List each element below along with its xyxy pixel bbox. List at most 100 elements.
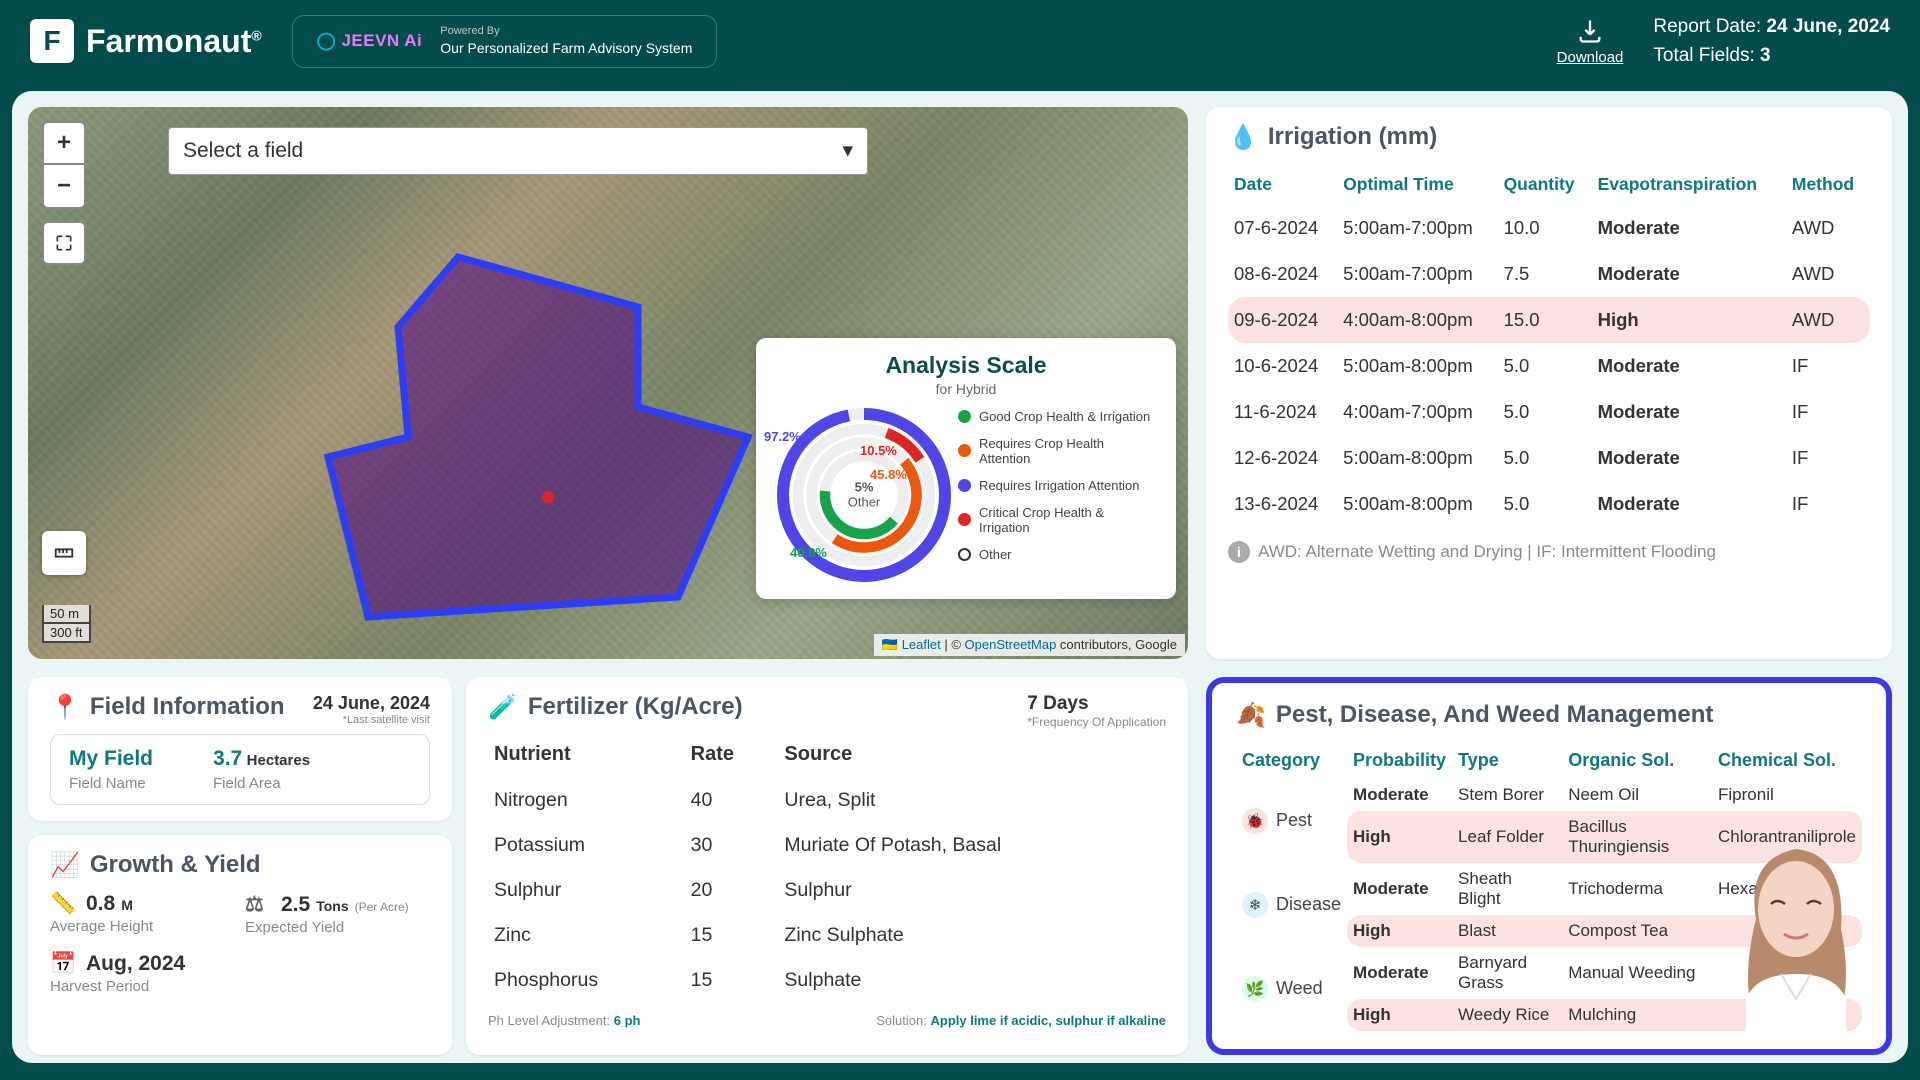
growth-title: Growth & Yield (90, 851, 261, 879)
measure-button[interactable] (42, 531, 86, 575)
category-icon: 🌿 (1242, 976, 1268, 1002)
fertilizer-days: 7 Days (1027, 693, 1166, 715)
total-fields-value: 3 (1760, 45, 1771, 66)
ruler-icon (53, 542, 75, 564)
table-row: 08-6-20245:00am-7:00pm7.5ModerateAWD (1228, 251, 1870, 297)
brand-name: Farmonaut (86, 23, 251, 59)
table-header: Rate (685, 729, 779, 778)
table-header: Organic Sol. (1562, 742, 1712, 779)
fertilizer-card: 🧪 Fertilizer (Kg/Acre) 7 Days *Frequency … (466, 677, 1188, 1055)
map-attribution: 🇺🇦 Leaflet | © OpenStreetMap contributor… (874, 634, 1185, 656)
leaflet-link[interactable]: Leaflet (902, 637, 941, 652)
legend-item: Good Crop Health & Irrigation (958, 409, 1158, 424)
table-header: Source (778, 729, 1166, 778)
legend-dot (958, 410, 971, 423)
table-row: 09-6-20244:00am-8:00pm15.0HighAWD (1228, 297, 1870, 343)
fullscreen-button[interactable] (42, 221, 86, 265)
legend-item: Critical Crop Health & Irrigation (958, 505, 1158, 535)
brand-logo-mark: F (30, 19, 74, 63)
yield-label: Expected Yield (245, 919, 430, 936)
jeevn-badge: ◯ JEEVN Ai Powered By Our Personalized F… (292, 15, 718, 68)
field-info-date: 24 June, 2024 (313, 693, 430, 714)
legend-item: Requires Crop Health Attention (958, 436, 1158, 466)
download-label: Download (1557, 49, 1624, 66)
table-header: Date (1228, 164, 1337, 205)
report-info: Report Date: 24 June, 2024 Total Fields:… (1653, 12, 1890, 71)
brand-logo: F Farmonaut® (30, 19, 262, 63)
category-icon: ❄ (1242, 892, 1268, 918)
avg-height-value: 0.8 (86, 892, 115, 916)
table-row: 10-6-20245:00am-8:00pm5.0ModerateIF (1228, 343, 1870, 389)
irrigation-title: Irrigation (mm) (1268, 123, 1437, 151)
analysis-title: Analysis Scale (774, 352, 1158, 379)
fullscreen-icon (54, 233, 74, 253)
leaf-icon: 🍂 (1236, 701, 1266, 730)
osm-link[interactable]: OpenStreetMap (965, 637, 1057, 652)
legend-dot (958, 548, 971, 561)
harvest-value: Aug, 2024 (86, 952, 185, 976)
analysis-scale-card: Analysis Scale for Hybrid 5%Other (756, 338, 1176, 599)
fertilizer-note: *Frequency Of Application (1027, 715, 1166, 729)
field-name-value: My Field (69, 747, 153, 771)
legend-dot (958, 513, 971, 526)
irrigation-table: DateOptimal TimeQuantityEvapotranspirati… (1228, 164, 1870, 527)
legend-dot (958, 479, 971, 492)
analysis-donut: 5%Other 97.2% 10.5% 45.8% 40.8% (774, 405, 954, 585)
pest-title: Pest, Disease, And Weed Management (1276, 701, 1713, 729)
table-row: 12-6-20245:00am-8:00pm5.0ModerateIF (1228, 435, 1870, 481)
assistant-avatar (1696, 799, 1896, 1059)
download-icon (1576, 17, 1604, 45)
download-button[interactable]: Download (1557, 17, 1624, 66)
table-row: 07-6-20245:00am-7:00pm10.0ModerateAWD (1228, 205, 1870, 251)
growth-icon: 📈 (50, 851, 80, 880)
field-info-icon: 📍 (50, 693, 80, 722)
fertilizer-icon: 🧪 (488, 693, 518, 722)
table-header: Chemical Sol. (1712, 742, 1862, 779)
table-row: Potassium30Muriate Of Potash, Basal (488, 823, 1166, 868)
field-name-label: Field Name (69, 775, 153, 792)
fertilizer-table: NutrientRateSource Nitrogen40Urea, Split… (488, 729, 1166, 1003)
table-header: Evapotranspiration (1592, 164, 1786, 205)
field-info-title: Field Information (90, 693, 285, 721)
field-info-note: *Last satellite visit (313, 714, 430, 726)
jeevn-logo: ◯ JEEVN Ai (317, 31, 423, 51)
analysis-subtitle: for Hybrid (774, 381, 1158, 397)
irrigation-footnote: i AWD: Alternate Wetting and Drying | IF… (1228, 541, 1870, 563)
field-area-value: 3.7 (213, 747, 242, 770)
field-select-placeholder: Select a field (183, 139, 303, 163)
table-header: Optimal Time (1337, 164, 1497, 205)
yield-icon: ⚖ (245, 892, 269, 917)
zoom-out-button[interactable]: − (42, 165, 86, 209)
zoom-in-button[interactable]: + (42, 121, 86, 165)
field-select-dropdown[interactable]: Select a field ▾ (168, 127, 868, 175)
category-icon: 🐞 (1242, 808, 1268, 834)
map-scale-bar: 50 m 300 ft (42, 605, 91, 643)
yield-value: 2.5 (281, 893, 310, 917)
chevron-down-icon: ▾ (842, 138, 853, 163)
irrigation-card: 💧Irrigation (mm) DateOptimal TimeQuantit… (1206, 107, 1892, 659)
analysis-legend: Good Crop Health & Irrigation Requires Cr… (958, 405, 1158, 585)
table-header: Type (1452, 742, 1562, 779)
harvest-label: Harvest Period (50, 978, 235, 995)
powered-by-label: Powered By (440, 24, 692, 39)
legend-item: Requires Irrigation Attention (958, 478, 1158, 493)
table-header: Category (1236, 742, 1347, 779)
fertilizer-title: Fertilizer (Kg/Acre) (528, 693, 743, 721)
table-row: Zinc15Zinc Sulphate (488, 913, 1166, 958)
solution-label: Solution: (876, 1013, 927, 1028)
solution-value: Apply lime if acidic, sulphur if alkalin… (930, 1013, 1166, 1028)
map-view[interactable]: + − Select a field ▾ 50 m 300 ft 🇺🇦 Leaf… (28, 107, 1188, 659)
table-row: Phosphorus15Sulphate (488, 958, 1166, 1003)
field-info-card: 📍 Field Information 24 June, 2024 *Last s… (28, 677, 452, 821)
field-polygon[interactable] (318, 247, 758, 637)
powered-by-text: Our Personalized Farm Advisory System (440, 40, 692, 56)
legend-dot (958, 444, 971, 457)
donut-label-purple: 97.2% (764, 429, 801, 444)
field-area-label: Field Area (213, 775, 310, 792)
donut-label-red: 10.5% (860, 443, 897, 458)
table-header: Quantity (1498, 164, 1592, 205)
trademark-icon: ® (251, 27, 261, 43)
height-icon: 📏 (50, 892, 74, 916)
growth-yield-card: 📈Growth & Yield 📏0.8 M Average Height ⚖2… (28, 835, 452, 1055)
table-row: Nitrogen40Urea, Split (488, 778, 1166, 823)
